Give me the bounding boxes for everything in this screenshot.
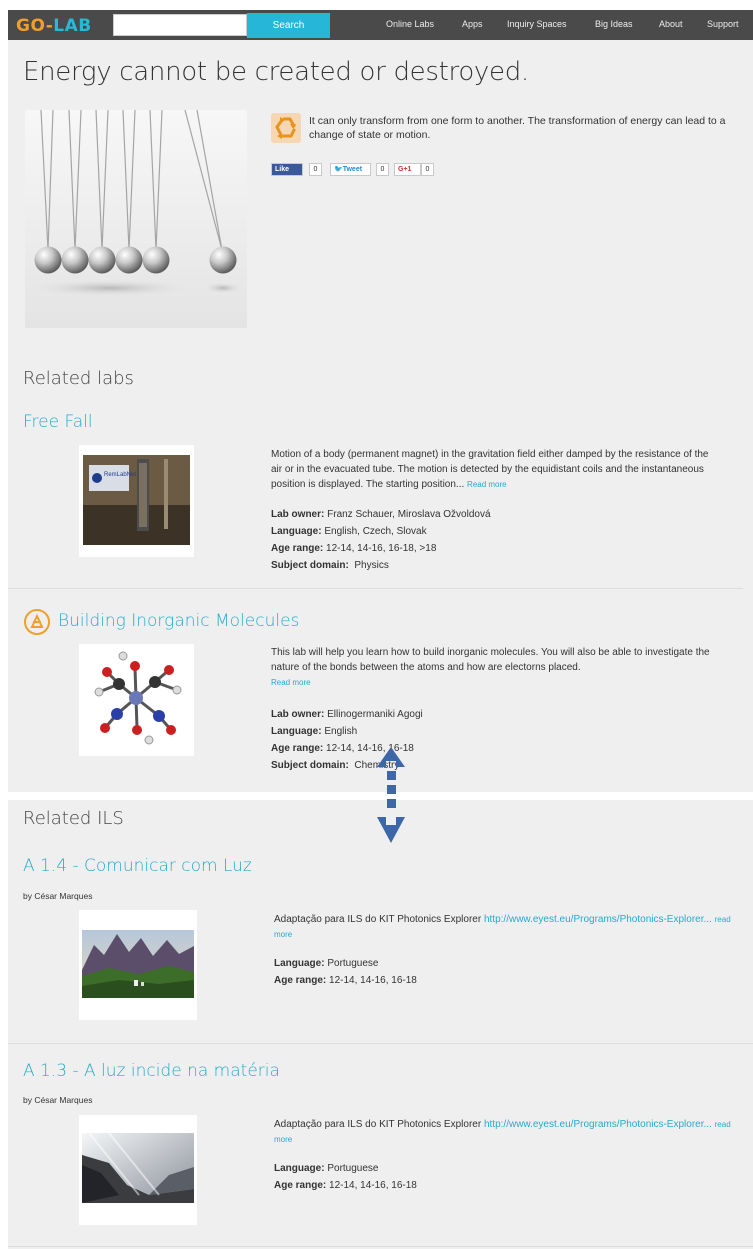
search-input[interactable] bbox=[113, 14, 247, 36]
ils-divider bbox=[8, 1043, 753, 1044]
lab-owner-label: Lab owner: bbox=[271, 709, 325, 720]
age-range-label: Age range: bbox=[274, 1180, 327, 1191]
ils-divider bbox=[8, 1246, 753, 1247]
lab-title-building-inorganic-molecules[interactable]: Building Inorganic Molecules bbox=[58, 611, 299, 631]
age-range-label: Age range: bbox=[271, 743, 324, 754]
language-label: Language: bbox=[271, 526, 322, 537]
nav-inquiry-spaces[interactable]: Inquiry Spaces bbox=[507, 19, 567, 29]
ils-title-comunicar-com-luz[interactable]: A 1.4 - Comunicar com Luz bbox=[23, 856, 252, 876]
lab-divider bbox=[8, 588, 743, 589]
lab-owner-value: Franz Schauer, Miroslava Ožvoldová bbox=[327, 509, 491, 520]
remlabnet-logo-text: RemLabNet bbox=[104, 472, 136, 478]
ils-description-text: Adaptação para ILS do KIT Photonics Expl… bbox=[274, 1119, 482, 1130]
ils-byline: by César Marques bbox=[23, 1095, 93, 1105]
logo-go: GO- bbox=[16, 16, 54, 36]
facebook-like-button[interactable]: Like bbox=[271, 163, 303, 176]
molecules-meta: Lab owner: Ellinogermaniki Agogi Languag… bbox=[271, 706, 711, 774]
ils-byline: by César Marques bbox=[23, 891, 93, 901]
tweet-count: 0 bbox=[376, 163, 389, 176]
tweet-button[interactable]: 🐦Tweet bbox=[330, 163, 371, 176]
molecule-thumbnail[interactable] bbox=[79, 644, 194, 756]
lab-owner-value: Ellinogermaniki Agogi bbox=[327, 709, 423, 720]
photonics-explorer-link[interactable]: http://www.eyest.eu/Programs/Photonics-E… bbox=[484, 914, 712, 925]
logo-lab: LAB bbox=[53, 16, 92, 36]
lab-owner-label: Lab owner: bbox=[271, 509, 325, 520]
nav-about[interactable]: About bbox=[659, 19, 683, 29]
app-badge-icon bbox=[23, 608, 51, 636]
language-value: Portuguese bbox=[327, 958, 379, 969]
ils-meta: Language: Portuguese Age range: 12-14, 1… bbox=[274, 1160, 714, 1194]
subject-domain-value: Physics bbox=[354, 560, 389, 571]
google-plus-button[interactable]: G+1 bbox=[394, 163, 421, 176]
tweet-label: Tweet bbox=[342, 166, 363, 173]
related-ils-heading: Related ILS bbox=[23, 808, 124, 829]
light-rays-thumbnail[interactable] bbox=[79, 1115, 197, 1225]
age-range-value: 12-14, 14-16, 16-18, >18 bbox=[326, 543, 437, 554]
lab-title-free-fall[interactable]: Free Fall bbox=[23, 412, 93, 432]
subject-domain-label: Subject domain: bbox=[271, 760, 349, 771]
ils-title-a-luz-incide-na-materia[interactable]: A 1.3 - A luz incide na matéria bbox=[23, 1061, 280, 1081]
age-range-value: 12-14, 14-16, 16-18 bbox=[329, 1180, 417, 1191]
age-range-label: Age range: bbox=[274, 975, 327, 986]
connector-arrow-icon bbox=[370, 745, 412, 845]
ils-meta: Language: Portuguese Age range: 12-14, 1… bbox=[274, 955, 714, 989]
molecules-description: This lab will help you learn how to buil… bbox=[271, 645, 721, 690]
nav-big-ideas[interactable]: Big Ideas bbox=[595, 19, 633, 29]
photonics-explorer-link[interactable]: http://www.eyest.eu/Programs/Photonics-E… bbox=[484, 1119, 712, 1130]
free-fall-meta: Lab owner: Franz Schauer, Miroslava Ožvo… bbox=[271, 506, 711, 574]
facebook-like-label: Like bbox=[275, 166, 290, 173]
ils-description-text: Adaptação para ILS do KIT Photonics Expl… bbox=[274, 914, 482, 925]
molecules-description-text: This lab will help you learn how to buil… bbox=[271, 647, 710, 673]
nav-support[interactable]: Support bbox=[707, 19, 739, 29]
language-value: English bbox=[324, 726, 358, 737]
subject-domain-label: Subject domain: bbox=[271, 560, 349, 571]
free-fall-thumbnail[interactable]: RemLabNet bbox=[79, 445, 194, 557]
free-fall-read-more-link[interactable]: Read more bbox=[467, 480, 507, 489]
google-plus-count: 0 bbox=[421, 163, 434, 176]
related-labs-heading: Related labs bbox=[23, 368, 134, 389]
page-title: Energy cannot be created or destroyed. bbox=[23, 57, 529, 87]
facebook-like-count: 0 bbox=[309, 163, 322, 176]
recycle-icon bbox=[271, 113, 301, 143]
nav-apps[interactable]: Apps bbox=[462, 19, 483, 29]
language-label: Language: bbox=[274, 958, 325, 969]
age-range-value: 12-14, 14-16, 16-18 bbox=[329, 975, 417, 986]
ils-description: Adaptação para ILS do KIT Photonics Expl… bbox=[274, 1117, 744, 1147]
nav-online-labs[interactable]: Online Labs bbox=[386, 19, 434, 29]
mountain-landscape-thumbnail[interactable] bbox=[79, 910, 197, 1020]
language-label: Language: bbox=[271, 726, 322, 737]
age-range-label: Age range: bbox=[271, 543, 324, 554]
big-idea-description: It can only transform from one form to a… bbox=[309, 115, 726, 141]
top-nav-bar: GO-LAB Search Online Labs Apps Inquiry S… bbox=[8, 10, 753, 40]
search-button[interactable]: Search bbox=[247, 13, 330, 38]
language-label: Language: bbox=[274, 1163, 325, 1174]
ils-description: Adaptação para ILS do KIT Photonics Expl… bbox=[274, 912, 744, 942]
go-lab-logo[interactable]: GO-LAB bbox=[16, 16, 92, 36]
molecules-read-more-link[interactable]: Read more bbox=[271, 675, 721, 690]
free-fall-description: Motion of a body (permanent magnet) in t… bbox=[271, 447, 716, 492]
newtons-cradle-image bbox=[25, 110, 247, 328]
language-value: Portuguese bbox=[327, 1163, 379, 1174]
language-value: English, Czech, Slovak bbox=[324, 526, 427, 537]
twitter-bird-icon: 🐦 bbox=[334, 166, 343, 173]
